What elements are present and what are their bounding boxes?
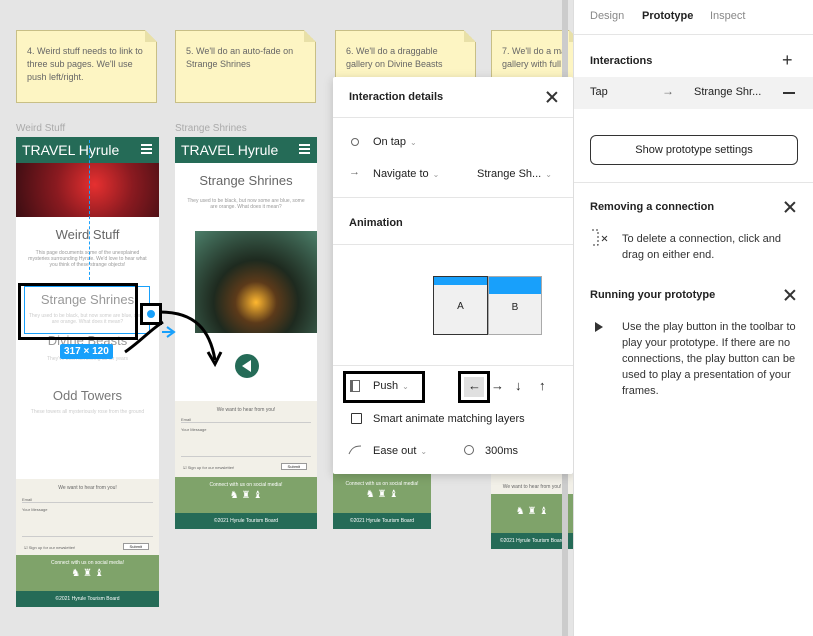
preview-frame-b: B <box>488 276 542 335</box>
easing-curve-icon <box>348 445 362 455</box>
interactions-title: Interactions <box>590 55 653 67</box>
interaction-trigger: Tap <box>590 86 608 98</box>
annotation-curve-left <box>124 320 164 354</box>
preview-frame-a: A <box>433 276 488 335</box>
chevron-down-icon: ⌄ <box>410 138 417 147</box>
navigate-arrow-icon: → <box>349 166 360 178</box>
divider <box>574 34 813 35</box>
remove-connection-icon <box>592 229 608 246</box>
action-value: Navigate to <box>373 168 429 180</box>
animation-title: Animation <box>349 217 403 229</box>
easing-value: Ease out <box>373 445 417 457</box>
divider <box>333 365 573 366</box>
trigger-dropdown[interactable]: On tap ⌄ <box>373 136 417 148</box>
chevron-down-icon: ⌄ <box>420 447 428 456</box>
interaction-arrow-icon: → <box>662 84 674 98</box>
trigger-value: On tap <box>373 136 407 148</box>
interaction-target: Strange Shr... <box>694 86 762 98</box>
interaction-row[interactable]: Tap → Strange Shr... <box>574 77 813 109</box>
smart-animate-label: Smart animate matching layers <box>373 413 525 425</box>
close-icon[interactable] <box>546 91 558 103</box>
preview-label-a: A <box>457 301 464 312</box>
divider <box>574 182 813 183</box>
play-icon <box>595 322 603 332</box>
tab-prototype[interactable]: Prototype <box>642 10 693 22</box>
running-prototype-title: Running your prototype <box>590 289 716 301</box>
modal-title: Interaction details <box>349 91 444 103</box>
timer-icon <box>464 445 474 455</box>
animation-preview: A B <box>333 245 573 365</box>
removing-connection-text: To delete a connection, click and drag o… <box>622 233 781 261</box>
close-icon[interactable] <box>784 289 796 301</box>
divider <box>333 117 573 118</box>
easing-dropdown[interactable]: Ease out ⌄ <box>373 445 427 457</box>
direction-left-icon[interactable]: ← <box>468 378 481 393</box>
direction-up-icon[interactable]: ↑ <box>539 378 546 393</box>
transition-icon <box>350 380 360 392</box>
destination-dropdown[interactable]: Strange Sh... ⌄ <box>477 168 552 180</box>
trigger-icon <box>351 138 359 146</box>
show-prototype-settings-button[interactable]: Show prototype settings <box>590 135 798 165</box>
tab-inspect[interactable]: Inspect <box>710 10 745 22</box>
divider <box>333 197 573 198</box>
removing-connection-title: Removing a connection <box>590 201 715 213</box>
tab-design[interactable]: Design <box>590 10 624 22</box>
transition-dropdown[interactable]: Push ⌄ <box>373 380 409 392</box>
running-prototype-text: Use the play button in the toolbar to pl… <box>622 321 796 397</box>
transition-value: Push <box>373 380 399 392</box>
destination-value: Strange Sh... <box>477 168 542 180</box>
chevron-down-icon: ⌄ <box>432 170 440 179</box>
smart-animate-checkbox[interactable] <box>351 413 362 424</box>
back-arrow-icon <box>235 354 259 378</box>
properties-panel: Design Prototype Inspect Interactions + … <box>573 0 813 636</box>
interaction-details-modal[interactable]: Interaction details On tap ⌄ → Navigate t… <box>333 77 573 474</box>
remove-interaction-icon[interactable] <box>783 92 795 94</box>
chevron-down-icon: ⌄ <box>402 382 409 391</box>
direction-right-icon[interactable]: → <box>491 378 504 393</box>
preview-label-b: B <box>511 302 519 313</box>
direction-down-icon[interactable]: ↓ <box>515 378 522 393</box>
add-interaction-icon[interactable]: + <box>782 50 793 71</box>
duration-input[interactable]: 300ms <box>485 445 518 457</box>
close-icon[interactable] <box>784 201 796 213</box>
action-dropdown[interactable]: Navigate to ⌄ <box>373 168 439 180</box>
chevron-down-icon: ⌄ <box>545 170 552 179</box>
